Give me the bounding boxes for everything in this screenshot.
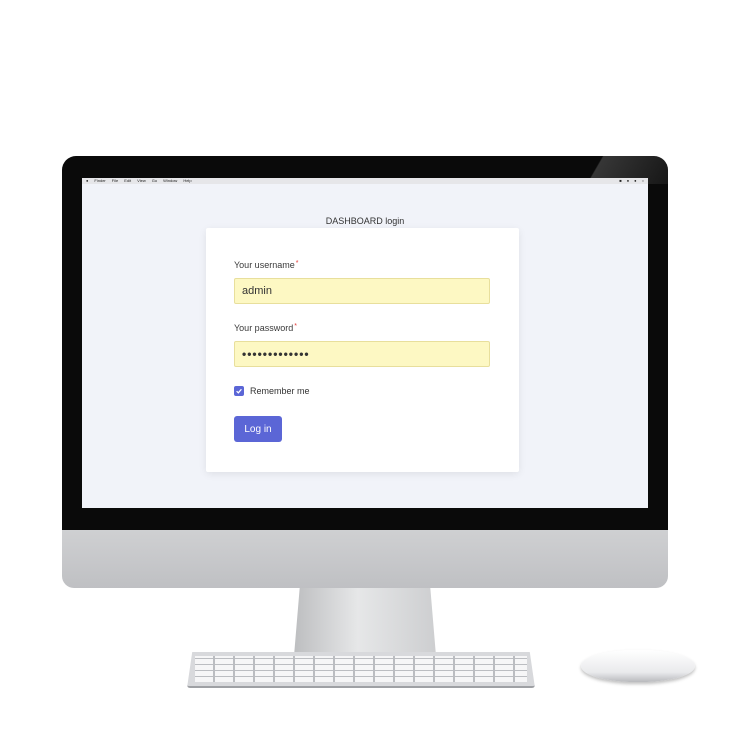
password-label-text: Your password <box>234 323 294 333</box>
monitor-bezel: ● Finder File Edit View Go Window Help ■… <box>62 156 668 530</box>
imac-monitor: ● Finder File Edit View Go Window Help ■… <box>62 156 668 662</box>
password-input[interactable]: ••••••••••••• <box>234 341 490 367</box>
menu-item-edit[interactable]: Edit <box>124 178 131 184</box>
screen: ● Finder File Edit View Go Window Help ■… <box>82 178 648 508</box>
apple-icon[interactable]: ● <box>86 178 88 184</box>
keyboard <box>187 652 535 688</box>
monitor-chin <box>62 530 668 588</box>
menu-item-finder[interactable]: Finder <box>94 178 105 184</box>
keyboard-key-rows <box>195 656 527 682</box>
login-button[interactable]: Log in <box>234 416 282 442</box>
required-marker: * <box>294 323 297 330</box>
menu-item-file[interactable]: File <box>112 178 118 184</box>
login-card: Your username* admin Your password* ••••… <box>206 228 519 472</box>
wifi-icon[interactable]: ● <box>627 178 629 184</box>
volume-icon[interactable]: ● <box>634 178 636 184</box>
remember-me-checkbox[interactable] <box>234 386 244 396</box>
magic-mouse <box>581 650 695 682</box>
monitor-stand <box>294 588 436 656</box>
search-icon[interactable]: ○ <box>642 178 644 184</box>
password-label: Your password* <box>234 323 297 333</box>
menu-item-help[interactable]: Help <box>183 178 191 184</box>
username-label: Your username* <box>234 260 298 270</box>
menu-item-window[interactable]: Window <box>163 178 177 184</box>
username-label-text: Your username <box>234 260 295 270</box>
menubar-status-area: ■ ● ● ○ <box>619 178 644 184</box>
check-icon <box>236 388 242 394</box>
remember-me-row[interactable]: Remember me <box>234 386 310 396</box>
menu-item-go[interactable]: Go <box>152 178 157 184</box>
status-icon[interactable]: ■ <box>619 178 621 184</box>
required-marker: * <box>295 260 299 267</box>
mac-menubar: ● Finder File Edit View Go Window Help ■… <box>82 178 648 184</box>
menu-item-view[interactable]: View <box>137 178 146 184</box>
remember-me-label: Remember me <box>250 386 310 396</box>
page-title: DASHBOARD login <box>325 216 405 226</box>
username-input[interactable]: admin <box>234 278 490 304</box>
